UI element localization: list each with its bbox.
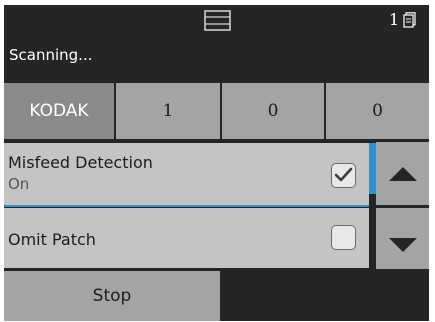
counter-2: 0 [222, 83, 326, 139]
option-label: Omit Patch [8, 230, 96, 249]
page-counter: 1 [389, 11, 416, 29]
counter-3: 0 [326, 83, 429, 139]
chevron-up-icon [388, 166, 417, 181]
counter-row: KODAK 1 0 0 [4, 83, 429, 139]
page-count-value: 1 [389, 10, 400, 29]
scroll-down-button[interactable] [376, 208, 429, 269]
option-value: On [8, 175, 30, 193]
counter-1: 1 [116, 83, 222, 139]
options-list: Misfeed Detection On Omit Patch [4, 142, 369, 269]
scanner-icon [204, 10, 231, 31]
scan-status: Scanning... [9, 46, 93, 64]
check-icon [334, 167, 353, 182]
scroll-track [369, 194, 376, 269]
chevron-down-icon [388, 237, 417, 252]
misfeed-detection-checkbox[interactable] [331, 163, 356, 188]
scroll-indicator [369, 143, 376, 194]
option-omit-patch[interactable]: Omit Patch [4, 208, 369, 268]
page-stack-icon [403, 12, 416, 28]
scanner-display: 1 Scanning... KODAK 1 0 0 Misfeed Detect… [4, 5, 429, 321]
status-bar: 1 Scanning... [4, 5, 429, 81]
stop-button[interactable]: Stop [4, 271, 220, 321]
option-misfeed-detection[interactable]: Misfeed Detection On [4, 143, 369, 207]
scroll-up-button[interactable] [376, 142, 429, 205]
brand-tile: KODAK [4, 83, 116, 139]
option-label: Misfeed Detection [8, 153, 153, 172]
omit-patch-checkbox[interactable] [331, 225, 356, 250]
